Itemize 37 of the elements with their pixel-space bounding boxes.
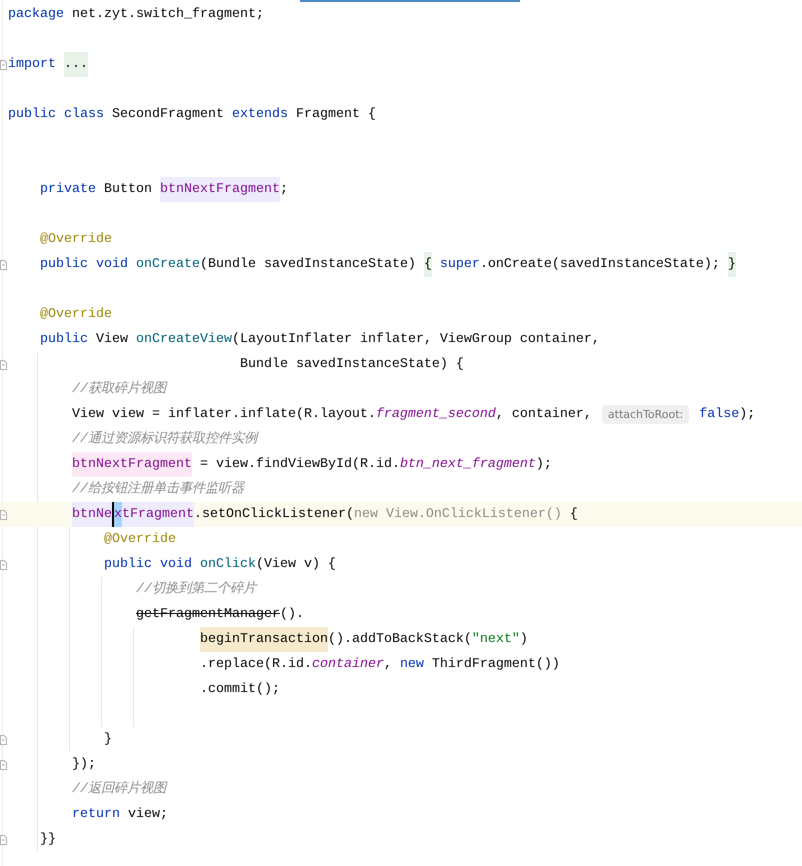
fold-marker-icon[interactable] <box>0 734 7 744</box>
code-line: false); <box>698 406 756 424</box>
parameter-hint: attachToRoot: <box>602 405 690 424</box>
code-line: Bundle savedInstanceState) { <box>238 356 464 374</box>
code-line: btnNextFragment = view.findViewById(R.id.btn_next_fragment); <box>8 452 552 477</box>
code-line: public class SecondFragment extends Fragment { <box>8 106 376 124</box>
fold-marker-icon[interactable] <box>0 560 7 570</box>
fold-marker-icon[interactable] <box>0 834 7 844</box>
code-line: private Button btnNextFragment; <box>8 177 288 202</box>
code-line: public View onCreateView(LayoutInflater inflater, ViewGroup container, <box>39 331 600 349</box>
code-line: .replace(R.id.container, new ThirdFragment()) <box>198 656 560 674</box>
code-line: @Override <box>102 531 176 549</box>
code-line: getFragmentManager(). <box>134 606 304 624</box>
code-line: }); <box>71 756 96 774</box>
fold-marker-icon[interactable] <box>0 60 7 70</box>
code-comment: //获取碎片视图 <box>71 380 166 399</box>
code-line: return view; <box>71 806 168 824</box>
fold-marker-icon[interactable] <box>0 260 7 270</box>
fold-marker-icon[interactable] <box>0 510 7 520</box>
code-line: public void onCreate(Bundle savedInstanceState) { super.onCreate(savedInstanceState); } <box>8 252 736 277</box>
code-line: @Override <box>39 306 112 324</box>
code-line: } <box>102 731 112 749</box>
code-comment: //给按钮注册单击事件监听器 <box>71 480 244 499</box>
code-line: public void onClick(View v) { <box>102 556 336 574</box>
code-line: View view = inflater.inflate(R.layout.fragment_second, container, <box>71 406 593 424</box>
code-line: beginTransaction().addToBackStack("next") <box>8 627 528 652</box>
code-comment: //切换到第二个碎片 <box>134 580 256 599</box>
code-line: .commit(); <box>198 681 280 699</box>
code-comment: //返回碎片视图 <box>71 780 166 799</box>
code-line: @Override <box>39 231 112 249</box>
code-line: }} <box>39 831 56 849</box>
fold-marker-icon[interactable] <box>0 760 7 770</box>
code-line: btnNe xtFragment.setOnClickListener(new View.OnClickListener() { <box>8 502 578 527</box>
code-line: import ... <box>8 52 88 77</box>
fold-marker-icon[interactable] <box>0 360 7 370</box>
code-comment: //通过资源标识符获取控件实例 <box>71 430 257 449</box>
code-line: package net.zyt.switch_fragment; <box>8 6 264 24</box>
